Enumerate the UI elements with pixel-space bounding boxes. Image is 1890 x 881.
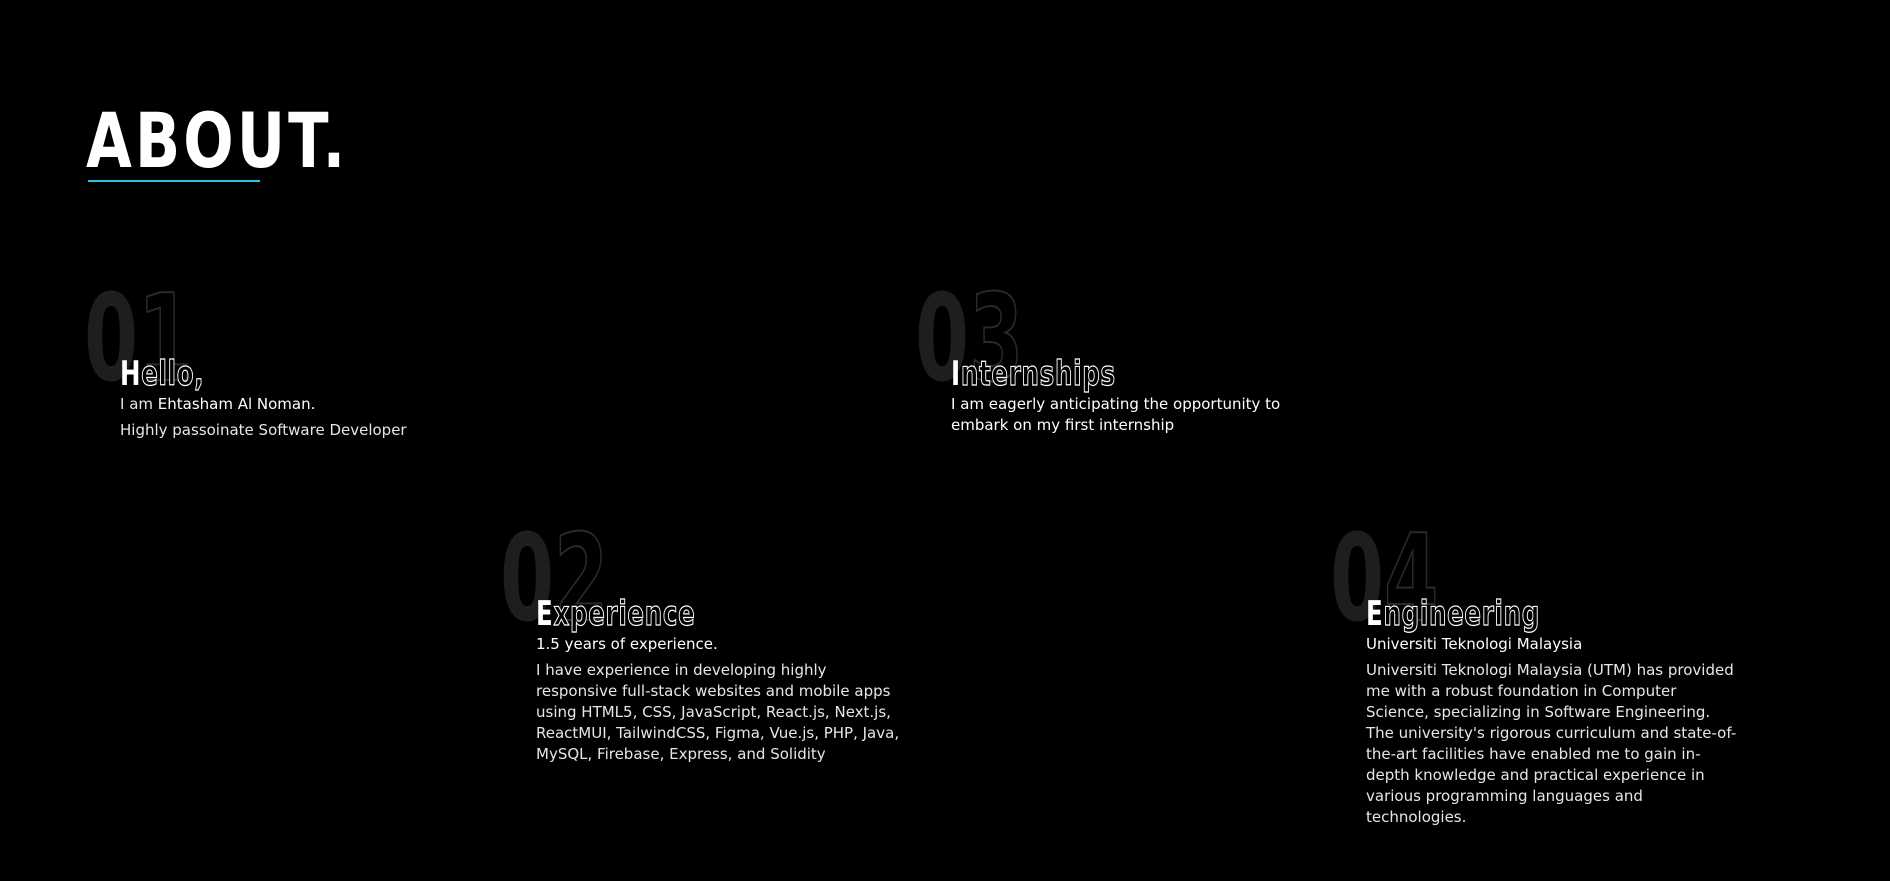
- card-title: Internships: [951, 353, 1116, 394]
- card-title-initial: E: [1366, 594, 1384, 634]
- card-title: Hello,: [120, 353, 205, 394]
- card-description: I have experience in developing highly r…: [536, 661, 900, 763]
- card-title-rest: xperience: [553, 593, 696, 634]
- card-subtitle: Universiti Teknologi Malaysia: [1366, 635, 1583, 653]
- card-subtitle: 1.5 years of experience.: [536, 635, 718, 653]
- about-section: ABOUT. 01 Hello, I am Ehtasham Al Noman.…: [0, 0, 1890, 881]
- card-title: Experience: [536, 593, 696, 634]
- card-title-rest: ello,: [141, 353, 205, 394]
- card-title-rest: nternships: [960, 353, 1116, 394]
- card-title-initial: H: [120, 354, 142, 394]
- card-subtitle: I am eagerly anticipating the opportunit…: [951, 395, 1281, 434]
- card-intro-name: Ehtasham Al Noman.: [157, 395, 316, 413]
- heading-underline: [88, 180, 260, 182]
- card-description: Universiti Teknologi Malaysia (UTM) has …: [1366, 661, 1737, 826]
- card-intro-prefix: I am: [120, 395, 158, 413]
- card-title-initial: E: [536, 594, 554, 634]
- section-heading: ABOUT.: [86, 96, 349, 185]
- card-intro: I am Ehtasham Al Noman.: [120, 394, 315, 415]
- card-title: Engineering: [1366, 593, 1541, 634]
- card-title-initial: I: [951, 354, 961, 394]
- card-title-rest: ngineering: [1383, 593, 1541, 634]
- card-description: Highly passoinate Software Developer: [120, 421, 407, 439]
